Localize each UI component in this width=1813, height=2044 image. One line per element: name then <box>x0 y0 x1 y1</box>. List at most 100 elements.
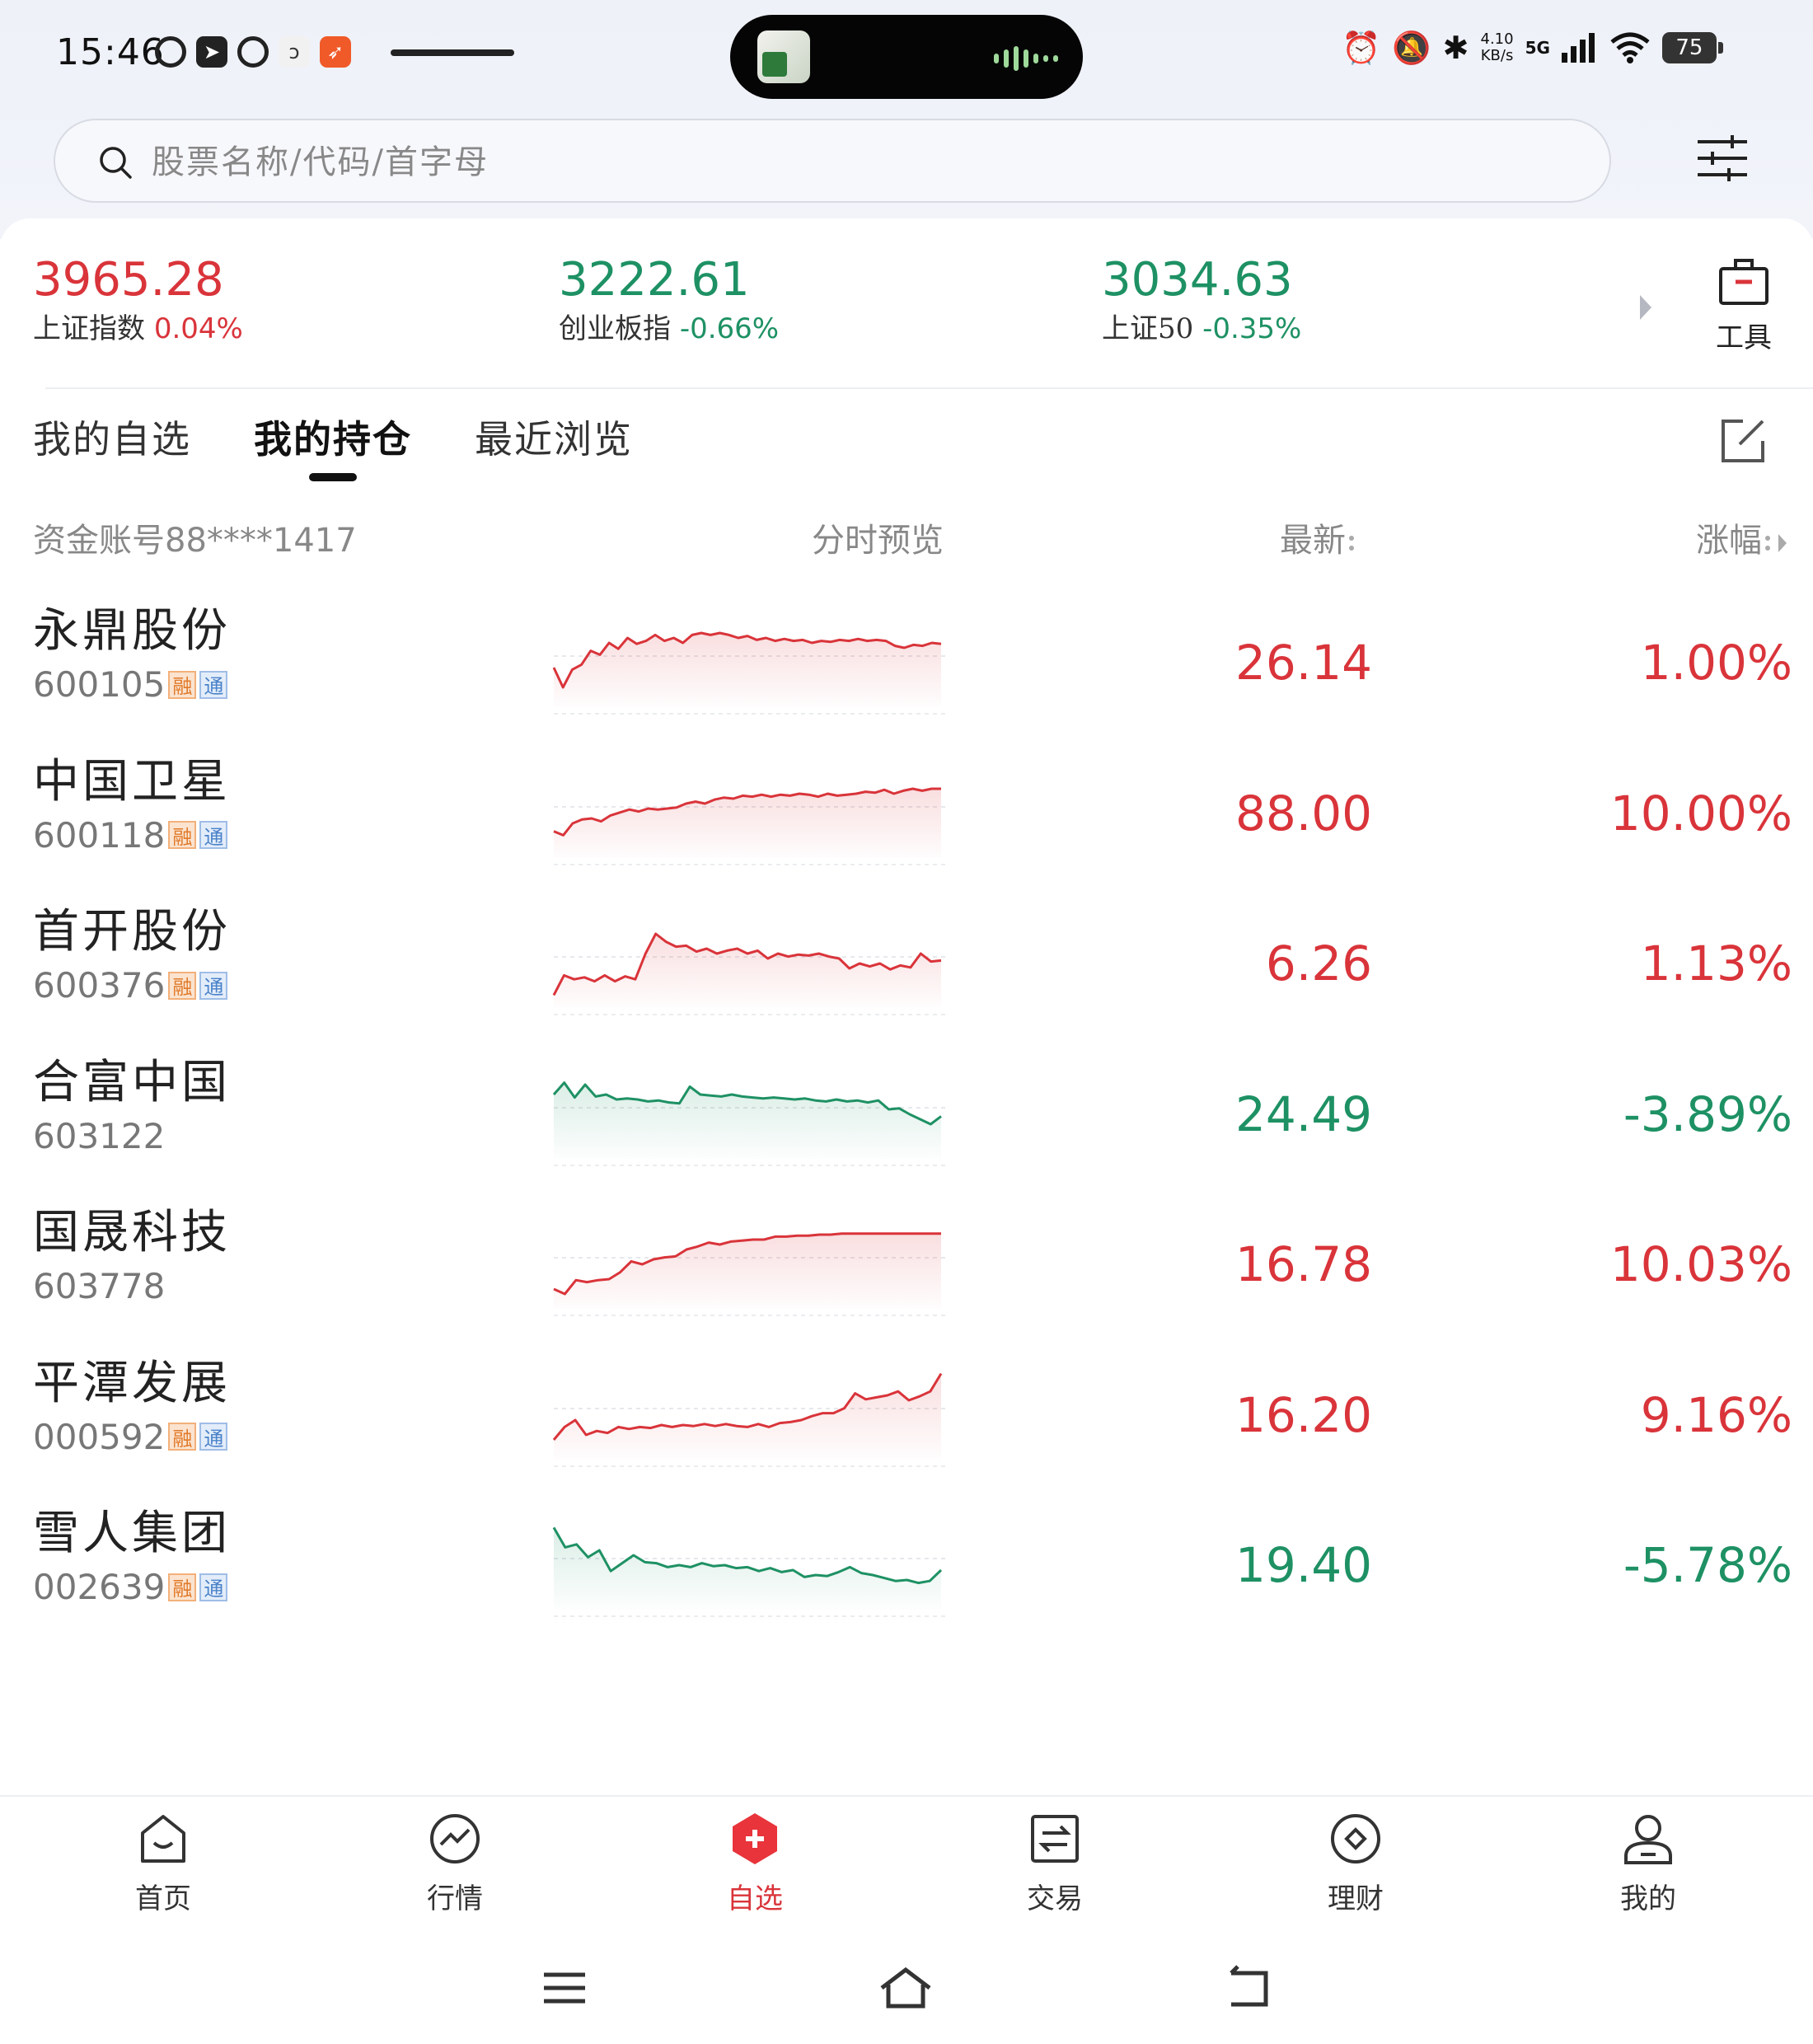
connect-tag: 通 <box>199 1573 228 1601</box>
intraday-sparkline <box>552 1526 946 1617</box>
intraday-sparkline <box>552 932 946 1015</box>
stock-row[interactable]: 国晟科技 603778 16.78 10.03% <box>0 1188 1813 1338</box>
stock-code: 600105 <box>33 664 166 705</box>
nav-trade[interactable]: 交易 <box>989 1810 1121 1916</box>
index-name: 上证指数 <box>33 312 145 345</box>
index-name: 上证50 <box>1102 312 1194 345</box>
stock-code-line: 603122 <box>33 1116 165 1156</box>
bluetooth-icon: ✱ <box>1442 30 1469 66</box>
index-shanghai[interactable]: 3965.28 上证指数 0.04% <box>33 251 243 349</box>
account-label: 资金账号88****1417 <box>33 513 357 561</box>
stock-price: 6.26 <box>1265 935 1372 992</box>
stock-price: 26.14 <box>1234 635 1372 691</box>
sparkline-area <box>554 1527 941 1610</box>
intraday-sparkline <box>553 1232 946 1316</box>
stock-code-line: 600118 融通 <box>33 814 228 856</box>
stock-change: -3.89% <box>1623 1085 1792 1142</box>
index-value: 3222.61 <box>559 253 750 307</box>
tools-label: 工具 <box>1716 321 1772 354</box>
filter-settings-icon[interactable] <box>1696 132 1749 185</box>
column-more-arrow-icon <box>1778 534 1787 552</box>
tab-watchlist[interactable]: 我的自选 <box>33 410 191 464</box>
stock-code-line: 600376 融通 <box>33 965 228 1006</box>
signal-icon <box>1561 33 1595 63</box>
connect-tag: 通 <box>199 821 228 849</box>
sort-icon <box>1349 531 1356 556</box>
intraday-sparkline <box>553 787 946 865</box>
nav-label: 我的 <box>1620 1882 1676 1915</box>
favorites-icon <box>733 1813 777 1864</box>
search-input[interactable] <box>150 135 1554 190</box>
nav-home[interactable]: 首页 <box>97 1810 229 1916</box>
wifi-icon <box>1610 32 1650 63</box>
nav-favorites[interactable]: 自选 <box>689 1810 821 1916</box>
menu-icon[interactable] <box>536 1963 593 2013</box>
connect-tag: 通 <box>199 971 228 1000</box>
sparkline-area <box>554 1373 941 1460</box>
dynamic-island[interactable] <box>730 15 1083 99</box>
column-latest[interactable]: 最新 <box>1280 513 1356 561</box>
stock-row[interactable]: 平潭发展 000592 融通 16.20 9.16% <box>0 1339 1813 1489</box>
status-time: 15:46 <box>56 31 165 73</box>
nav-label: 自选 <box>727 1882 783 1915</box>
index-change: -0.66% <box>679 312 780 345</box>
stock-row[interactable]: 中国卫星 600118 融通 88.00 10.00% <box>0 738 1813 888</box>
sparkline-area <box>554 1082 941 1159</box>
tab-holdings[interactable]: 我的持仓 <box>254 410 412 464</box>
column-change[interactable]: 涨幅 <box>1696 513 1787 561</box>
index-more-arrow-icon[interactable] <box>1640 295 1651 320</box>
stock-price: 19.40 <box>1234 1537 1372 1593</box>
connect-tag: 通 <box>199 670 228 699</box>
stock-code: 002639 <box>33 1567 166 1607</box>
index-value: 3034.63 <box>1102 253 1293 307</box>
nav-market[interactable]: 行情 <box>389 1810 521 1916</box>
nav-label: 理财 <box>1328 1882 1384 1915</box>
stock-row[interactable]: 雪人集团 002639 融通 19.40 -5.78% <box>0 1489 1813 1639</box>
status-app-icons: ➤ ↄ ➶ <box>155 36 351 68</box>
net-speed: 4.10 KB/s <box>1481 31 1514 64</box>
media-thumbnail <box>757 30 810 83</box>
stock-code-line: 600105 融通 <box>33 664 228 705</box>
index-divider <box>45 387 1813 389</box>
edit-icon[interactable] <box>1718 416 1768 466</box>
stock-name: 首开股份 <box>33 905 231 959</box>
stock-change: 1.00% <box>1640 635 1792 691</box>
nav-profile[interactable]: 我的 <box>1582 1810 1714 1916</box>
index-change: 0.04% <box>153 312 243 345</box>
system-home-icon[interactable] <box>877 1963 935 2013</box>
stock-change: -5.78% <box>1623 1537 1792 1593</box>
nav-label: 行情 <box>427 1882 483 1915</box>
stock-app-notification-icon: ➶ <box>320 36 351 68</box>
tools-button[interactable]: 工具 <box>1706 256 1782 355</box>
stock-change: 10.00% <box>1609 785 1792 842</box>
stock-row[interactable]: 合富中国 603122 24.49 -3.89% <box>0 1038 1813 1188</box>
margin-tag: 融 <box>168 1423 197 1451</box>
stock-price: 16.78 <box>1234 1236 1372 1292</box>
weibo-notification-icon-2 <box>237 36 269 68</box>
account-number: 88****1417 <box>165 522 357 560</box>
app-notification-icon: ↄ <box>279 36 310 68</box>
tab-recent[interactable]: 最近浏览 <box>475 410 633 464</box>
nav-wealth[interactable]: 理财 <box>1290 1810 1422 1916</box>
stock-change: 9.16% <box>1640 1386 1792 1443</box>
status-right-icons: ⏰ 🔕 ✱ 4.10 KB/s 5G 75 <box>1342 30 1723 66</box>
stock-name: 平潭发展 <box>33 1356 231 1410</box>
column-latest-label: 最新 <box>1280 522 1346 560</box>
margin-tag: 融 <box>168 821 197 849</box>
index-chinext[interactable]: 3222.61 创业板指 -0.66% <box>559 251 779 349</box>
stock-code: 000592 <box>33 1416 166 1457</box>
index-sse50[interactable]: 3034.63 上证50 -0.35% <box>1102 251 1301 349</box>
stock-row[interactable]: 永鼎股份 600105 融通 26.14 1.00% <box>0 587 1813 737</box>
status-bar: 15:46 ➤ ↄ ➶ ⏰ 🔕 ✱ 4.10 KB/s 5G 75 <box>0 0 1813 111</box>
stock-price: 88.00 <box>1234 785 1372 842</box>
margin-tag: 融 <box>168 670 197 699</box>
intraday-sparkline <box>552 631 946 715</box>
search-bar[interactable] <box>54 119 1611 203</box>
back-icon[interactable] <box>1220 1963 1277 2013</box>
stock-row[interactable]: 首开股份 600376 融通 6.26 1.13% <box>0 888 1813 1038</box>
battery-icon: 75 <box>1661 32 1723 63</box>
sparkline-area <box>554 788 941 858</box>
stock-code: 600376 <box>33 965 166 1006</box>
stock-code: 600118 <box>33 814 166 856</box>
stock-name: 合富中国 <box>33 1055 231 1109</box>
